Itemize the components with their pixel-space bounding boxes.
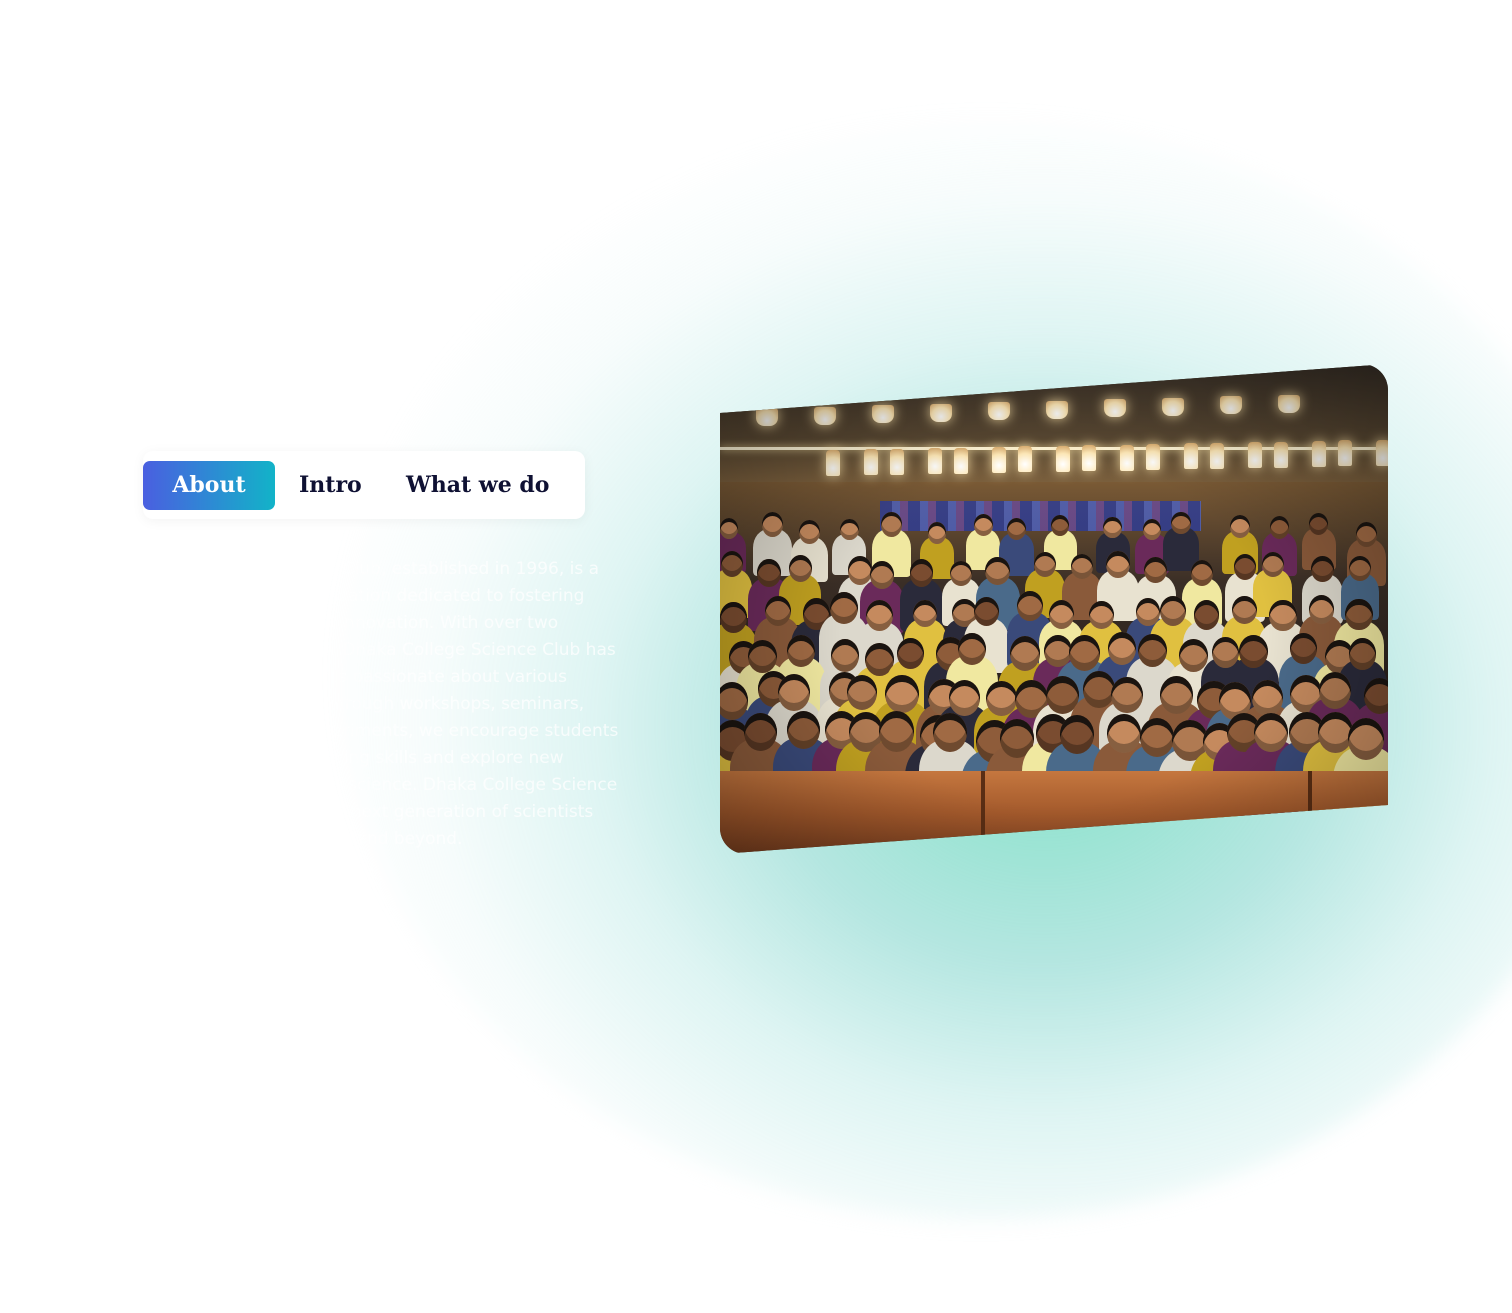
about-description: Dhaka College Science Club, established … — [143, 559, 619, 849]
tab-what-we-do[interactable]: What we do — [406, 461, 549, 510]
photo-vignette — [720, 364, 1388, 854]
about-section: About Intro What we do Dhaka College Sci… — [0, 0, 1512, 1313]
tab-intro[interactable]: Intro — [299, 461, 362, 510]
group-photo-image — [720, 364, 1388, 854]
group-photo — [720, 364, 1388, 854]
tab-about[interactable]: About — [143, 461, 275, 510]
tab-bar: About Intro What we do — [143, 451, 585, 519]
